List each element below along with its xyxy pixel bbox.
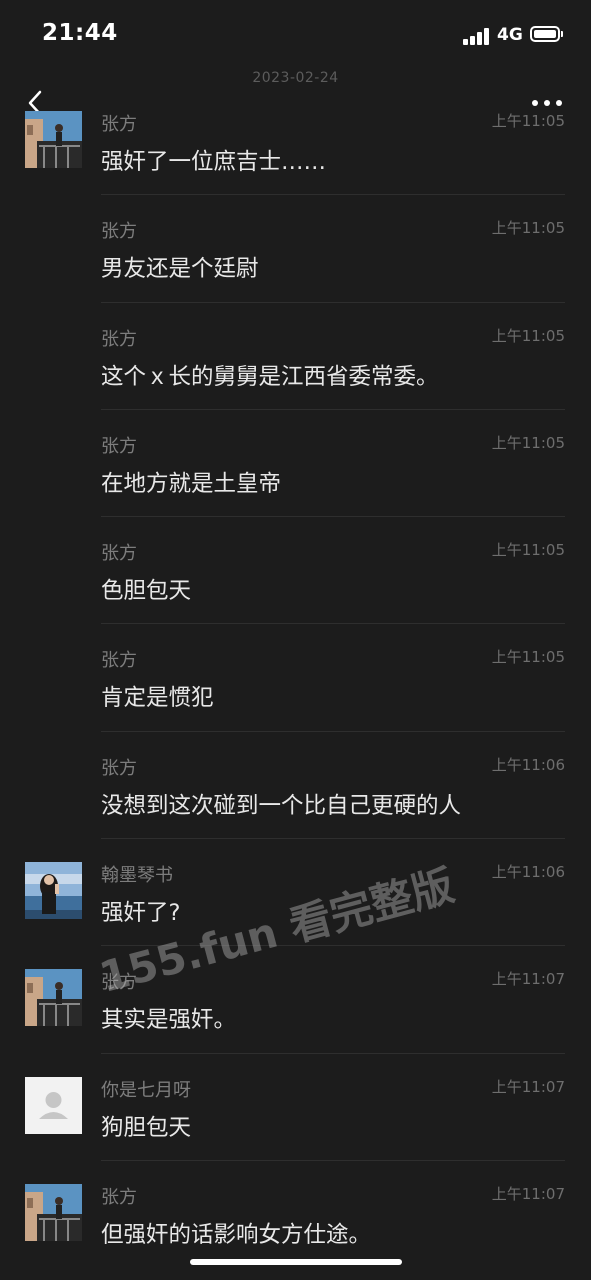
message-time: 上午11:06 — [491, 863, 565, 882]
message-text: 没想到这次碰到一个比自己更硬的人 — [101, 792, 462, 819]
message-text: 狗胆包天 — [101, 1114, 192, 1141]
message-time: 上午11:07 — [491, 1077, 565, 1096]
sender-name: 张方 — [101, 972, 137, 994]
message-item[interactable]: 张方 上午11:07 但强奸的话影响女方仕途。 — [0, 1161, 591, 1268]
message-text: 其实是强奸。 — [101, 1007, 237, 1034]
message-item[interactable]: 张方 上午11:05 色胆包天 — [0, 517, 591, 625]
avatar[interactable] — [25, 111, 82, 168]
message-text: 强奸了? — [101, 900, 181, 927]
message-list: 张方 上午11:05 强奸了一位庶吉士…… 张方 上午11:05 男友还是个廷尉… — [0, 88, 591, 1268]
sender-name: 翰墨琴书 — [101, 865, 173, 887]
sender-name: 张方 — [101, 757, 137, 779]
avatar[interactable] — [25, 969, 82, 1027]
message-text: 色胆包天 — [101, 578, 192, 605]
sender-name: 张方 — [101, 114, 137, 135]
battery-icon — [530, 26, 560, 42]
message-item[interactable]: 翰墨琴书 上午11:06 强奸了? — [0, 839, 591, 947]
message-time: 上午11:05 — [491, 326, 565, 345]
sender-name: 张方 — [101, 221, 137, 243]
sender-name: 张方 — [101, 1186, 137, 1208]
message-text: 男友还是个廷尉 — [101, 256, 259, 283]
default-avatar-icon[interactable] — [25, 1076, 82, 1134]
message-time: 上午11:05 — [491, 541, 565, 560]
message-item[interactable]: 张方 上午11:05 强奸了一位庶吉士…… — [0, 88, 591, 196]
sender-name: 张方 — [101, 650, 137, 672]
battery-cap — [561, 31, 563, 37]
status-bar: 21:44 4G — [0, 0, 591, 70]
avatar[interactable] — [25, 862, 82, 920]
message-text: 但强奸的话影响女方仕途。 — [101, 1221, 372, 1248]
message-item[interactable]: 张方 上午11:05 男友还是个廷尉 — [0, 195, 591, 303]
message-text: 肯定是惯犯 — [101, 685, 214, 712]
message-item[interactable]: 张方 上午11:05 这个ｘ长的舅舅是江西省委常委。 — [0, 303, 591, 410]
message-text: 在地方就是土皇帝 — [101, 470, 282, 497]
sender-name: 张方 — [101, 435, 137, 457]
signal-icon — [463, 27, 493, 45]
message-time: 上午11:05 — [491, 648, 565, 667]
message-time: 上午11:07 — [491, 1184, 565, 1203]
message-item[interactable]: 张方 上午11:06 没想到这次碰到一个比自己更硬的人 — [0, 732, 591, 840]
sender-name: 张方 — [101, 543, 137, 565]
message-time: 上午11:05 — [491, 219, 565, 238]
sender-name: 你是七月呀 — [101, 1079, 191, 1101]
message-text: 强奸了一位庶吉士…… — [101, 149, 327, 175]
network-type: 4G — [497, 25, 523, 45]
message-time: 上午11:05 — [491, 112, 565, 130]
message-item[interactable]: 张方 上午11:05 在地方就是土皇帝 — [0, 410, 591, 518]
date-separator: 2023-02-24 — [252, 70, 339, 86]
message-item[interactable]: 张方 上午11:07 其实是强奸。 — [0, 946, 591, 1054]
sender-name: 张方 — [101, 328, 137, 350]
avatar[interactable] — [25, 1183, 82, 1241]
message-time: 上午11:06 — [491, 755, 565, 774]
message-item[interactable]: 张方 上午11:05 肯定是惯犯 — [0, 624, 591, 732]
message-item[interactable]: 你是七月呀 上午11:07 狗胆包天 — [0, 1054, 591, 1161]
home-indicator[interactable] — [190, 1259, 402, 1265]
status-time: 21:44 — [42, 20, 118, 46]
message-time: 上午11:05 — [491, 433, 565, 452]
message-time: 上午11:07 — [491, 970, 565, 989]
message-text: 这个ｘ长的舅舅是江西省委常委。 — [101, 363, 439, 390]
